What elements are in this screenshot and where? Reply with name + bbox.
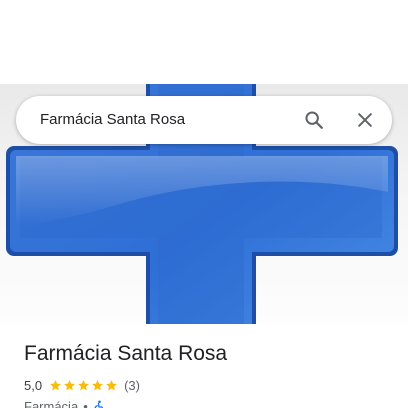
star-icon	[64, 379, 75, 390]
wheelchair-icon	[93, 399, 105, 408]
star-icon	[106, 379, 117, 390]
rating-value: 5,0	[24, 377, 43, 393]
category-row: Farmácia •	[24, 397, 394, 408]
star-icon	[78, 379, 89, 390]
search-icon	[305, 111, 323, 129]
place-info: Farmácia Santa Rosa 5,0 (3) Farmácia •	[24, 340, 394, 408]
star-icon	[50, 379, 61, 390]
review-count[interactable]: (3)	[124, 378, 140, 393]
place-category: Farmácia	[24, 398, 79, 408]
place-page: Farmácia Santa Rosa Farmácia Santa Rosa …	[0, 0, 408, 408]
rating-stars	[49, 378, 119, 392]
close-button[interactable]	[351, 106, 379, 134]
separator: •	[83, 398, 88, 408]
close-icon	[358, 113, 372, 127]
search-input[interactable]: Farmácia Santa Rosa	[40, 96, 185, 144]
star-icon	[92, 379, 103, 390]
search-bar[interactable]: Farmácia Santa Rosa	[16, 96, 392, 144]
top-area	[0, 0, 408, 84]
rating-row[interactable]: 5,0 (3)	[24, 376, 394, 394]
search-button[interactable]	[300, 106, 328, 134]
place-title: Farmácia Santa Rosa	[24, 342, 228, 365]
